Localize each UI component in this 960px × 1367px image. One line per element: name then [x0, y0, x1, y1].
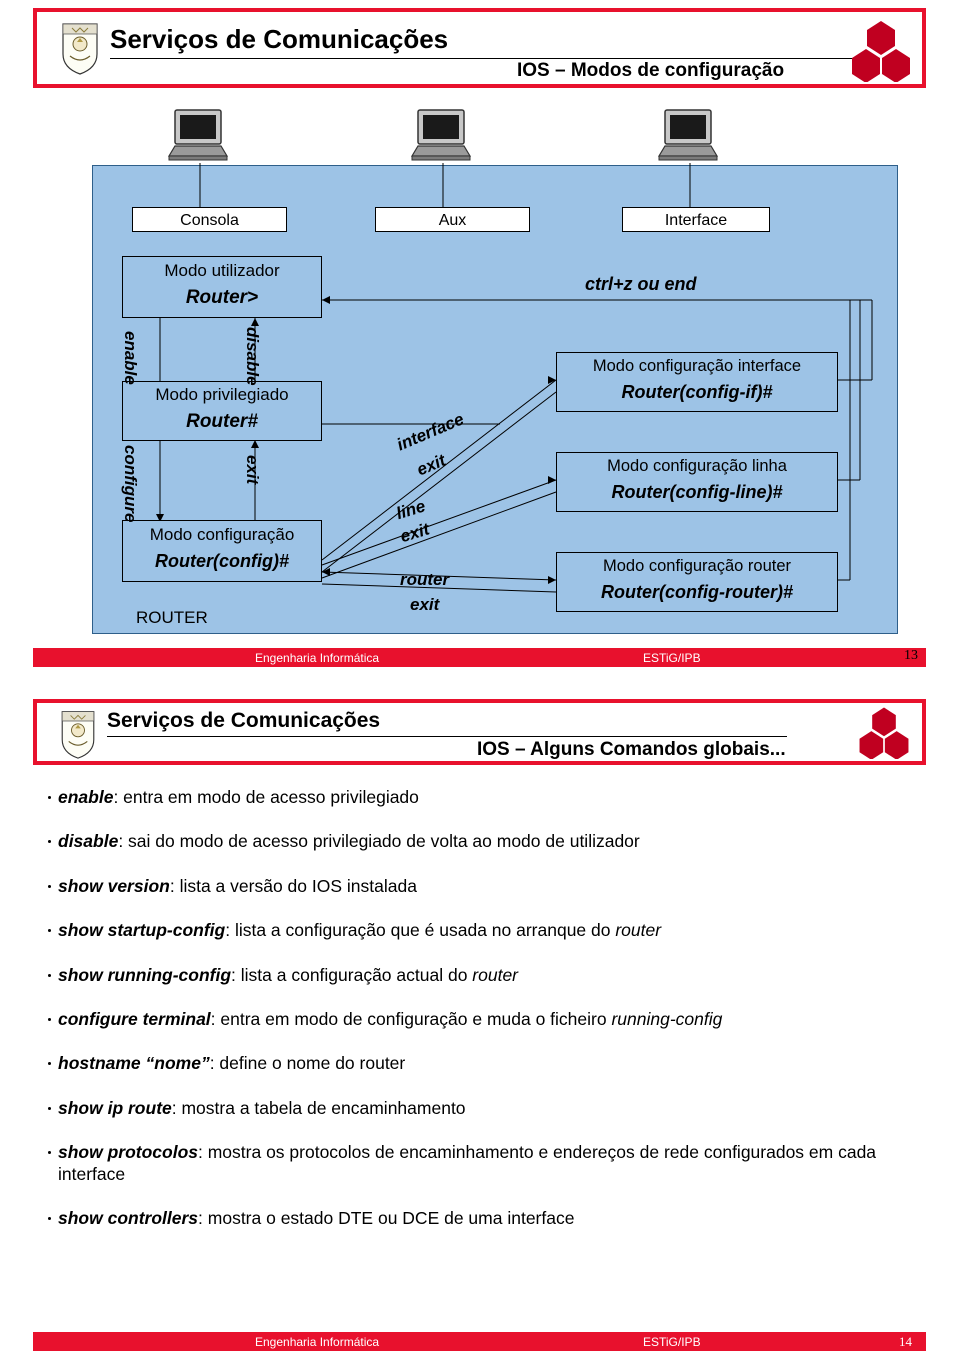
- terminal-icon-interface: [657, 108, 723, 161]
- transition-label-exit-config: exit: [243, 455, 262, 485]
- bullet-icon: [48, 1106, 51, 1110]
- slide1-footer: Engenharia Informática ESTiG/IPB: [33, 648, 926, 667]
- terminal-icon-consola: [167, 108, 233, 161]
- transition-label-ctrlz: ctrl+z ou end: [585, 274, 697, 294]
- diagram-box-consola: Consola: [132, 207, 287, 232]
- diagram-box-modo-privilegiado: Modo privilegiado Router#: [122, 381, 322, 441]
- bullet-icon: [48, 884, 51, 888]
- transition-label-exit-router: exit: [410, 595, 440, 614]
- diagram-box-modo-configuracao: Modo configuração Router(config)#: [122, 520, 322, 582]
- list-item: show ip route: mostra a tabela de encami…: [48, 1098, 928, 1120]
- slide2-header: Serviços de Comunicações IOS – Alguns Co…: [33, 699, 926, 765]
- command-desc: : lista a versão do IOS instalada: [169, 875, 417, 896]
- list-item: show protocolos: mostra os protocolos de…: [48, 1142, 928, 1186]
- bullet-icon: [48, 973, 51, 977]
- diagram-box-config-linha: Modo configuração linha Router(config-li…: [556, 452, 838, 512]
- terminal-icon-aux: [410, 108, 476, 161]
- command-desc: : mostra o estado DTE ou DCE de uma inte…: [198, 1208, 575, 1229]
- slide1-header-rule: [110, 58, 860, 59]
- diagram-box-aux: Aux: [375, 207, 530, 232]
- diagram-box-interface: Interface: [622, 207, 770, 232]
- command-name: hostname “nome”: [58, 1053, 210, 1074]
- command-emphasis: running-config: [611, 1008, 723, 1029]
- transition-label-configure: configure: [121, 445, 140, 523]
- slide2-title: Serviços de Comunicações: [107, 709, 381, 732]
- slide2-footer-middle: ESTiG/IPB: [643, 1335, 701, 1349]
- command-name: show ip route: [58, 1097, 172, 1118]
- config-linha-prompt: Router(config-line)#: [611, 482, 783, 502]
- list-item: show startup-config: lista a configuraçã…: [48, 920, 928, 942]
- list-item: disable: sai do modo de acesso privilegi…: [48, 831, 928, 853]
- slide1-header: Serviços de Comunicações IOS – Modos de …: [33, 8, 926, 88]
- modo-configuracao-prompt: Router(config)#: [155, 551, 289, 571]
- transition-label-router: router: [400, 570, 450, 589]
- config-router-title: Modo configuração router: [602, 557, 792, 575]
- commands-list: enable: entra em modo de acesso privileg…: [48, 787, 928, 1253]
- diagram-box-config-router: Modo configuração router Router(config-r…: [556, 552, 838, 612]
- slide1-title: Serviços de Comunicações: [110, 24, 449, 54]
- command-name: show startup-config: [58, 920, 226, 941]
- slide1-footer-left: Engenharia Informática: [255, 651, 380, 665]
- command-name: show protocolos: [58, 1142, 198, 1162]
- command-emphasis: router: [615, 920, 662, 941]
- bullet-icon: [48, 1017, 51, 1021]
- command-desc: : entra em modo de configuração e muda o…: [210, 1008, 612, 1029]
- bullet-icon: [48, 1151, 51, 1154]
- slide2-page-number: 14: [899, 1334, 912, 1349]
- modo-privilegiado-title: Modo privilegiado: [155, 385, 289, 404]
- bullet-icon: [48, 1217, 51, 1221]
- command-desc: : sai do modo de acesso privilegiado de …: [118, 831, 640, 852]
- command-name: show running-config: [58, 964, 232, 985]
- slide2-subtitle: IOS – Alguns Comandos globais...: [477, 739, 786, 760]
- transition-label-disable: disable: [243, 327, 262, 386]
- list-item: show controllers: mostra o estado DTE ou…: [48, 1208, 928, 1230]
- institution-crest-icon: [57, 20, 103, 75]
- command-desc: : entra em modo de acesso privilegiado: [113, 787, 419, 807]
- command-desc: : mostra a tabela de encaminhamento: [171, 1097, 466, 1118]
- slide2-footer: Engenharia Informática ESTiG/IPB 14: [33, 1332, 926, 1351]
- institution-crest-icon-2: [55, 708, 101, 760]
- modo-configuracao-title: Modo configuração: [149, 525, 295, 544]
- list-item: enable: entra em modo de acesso privileg…: [48, 787, 928, 809]
- bullet-icon: [48, 796, 51, 799]
- modo-utilizador-prompt: Router>: [185, 287, 259, 308]
- slide2-header-rule: [107, 736, 787, 737]
- command-desc: : define o nome do router: [209, 1053, 406, 1074]
- slide1-footer-middle: ESTiG/IPB: [643, 651, 701, 665]
- command-desc: : lista a configuração actual do: [231, 964, 473, 985]
- command-name: show controllers: [58, 1208, 199, 1229]
- slide-comandos-globais: Serviços de Comunicações IOS – Alguns Co…: [0, 684, 960, 1367]
- bullet-icon: [48, 929, 51, 933]
- slide1-page-number: 13: [904, 648, 918, 663]
- modo-privilegiado-prompt: Router#: [186, 411, 258, 432]
- config-interface-title: Modo configuração interface: [592, 357, 802, 375]
- slide-modos-configuracao: Serviços de Comunicações IOS – Modos de …: [0, 0, 960, 684]
- list-item: configure terminal: entra em modo de con…: [48, 1009, 928, 1031]
- command-name: configure terminal: [58, 1008, 211, 1029]
- bullet-icon: [48, 1062, 51, 1066]
- command-name: enable: [58, 787, 114, 807]
- router-group-label: ROUTER: [136, 608, 208, 627]
- command-emphasis: router: [472, 964, 519, 985]
- cisco-cubes-logo-icon-2: [857, 705, 911, 764]
- list-item: hostname “nome”: define o nome do router: [48, 1053, 928, 1075]
- cisco-cubes-logo-icon: [849, 18, 913, 87]
- list-item: show running-config: lista a configuraçã…: [48, 965, 928, 987]
- command-desc: : lista a configuração que é usada no ar…: [225, 920, 616, 941]
- list-item: show version: lista a versão do IOS inst…: [48, 876, 928, 898]
- diagram-box-modo-utilizador: Modo utilizador Router>: [122, 256, 322, 318]
- command-name: show version: [58, 875, 170, 896]
- bullet-icon: [48, 840, 51, 844]
- transition-label-enable: enable: [121, 331, 140, 385]
- slide2-footer-left: Engenharia Informática: [255, 1335, 380, 1349]
- slide1-subtitle: IOS – Modos de configuração: [517, 60, 785, 81]
- command-name: disable: [58, 831, 119, 852]
- config-linha-title: Modo configuração linha: [607, 457, 787, 475]
- diagram-box-config-interface: Modo configuração interface Router(confi…: [556, 352, 838, 412]
- config-router-prompt: Router(config-router)#: [601, 582, 793, 602]
- config-interface-prompt: Router(config-if)#: [621, 382, 773, 402]
- modo-utilizador-title: Modo utilizador: [164, 261, 280, 280]
